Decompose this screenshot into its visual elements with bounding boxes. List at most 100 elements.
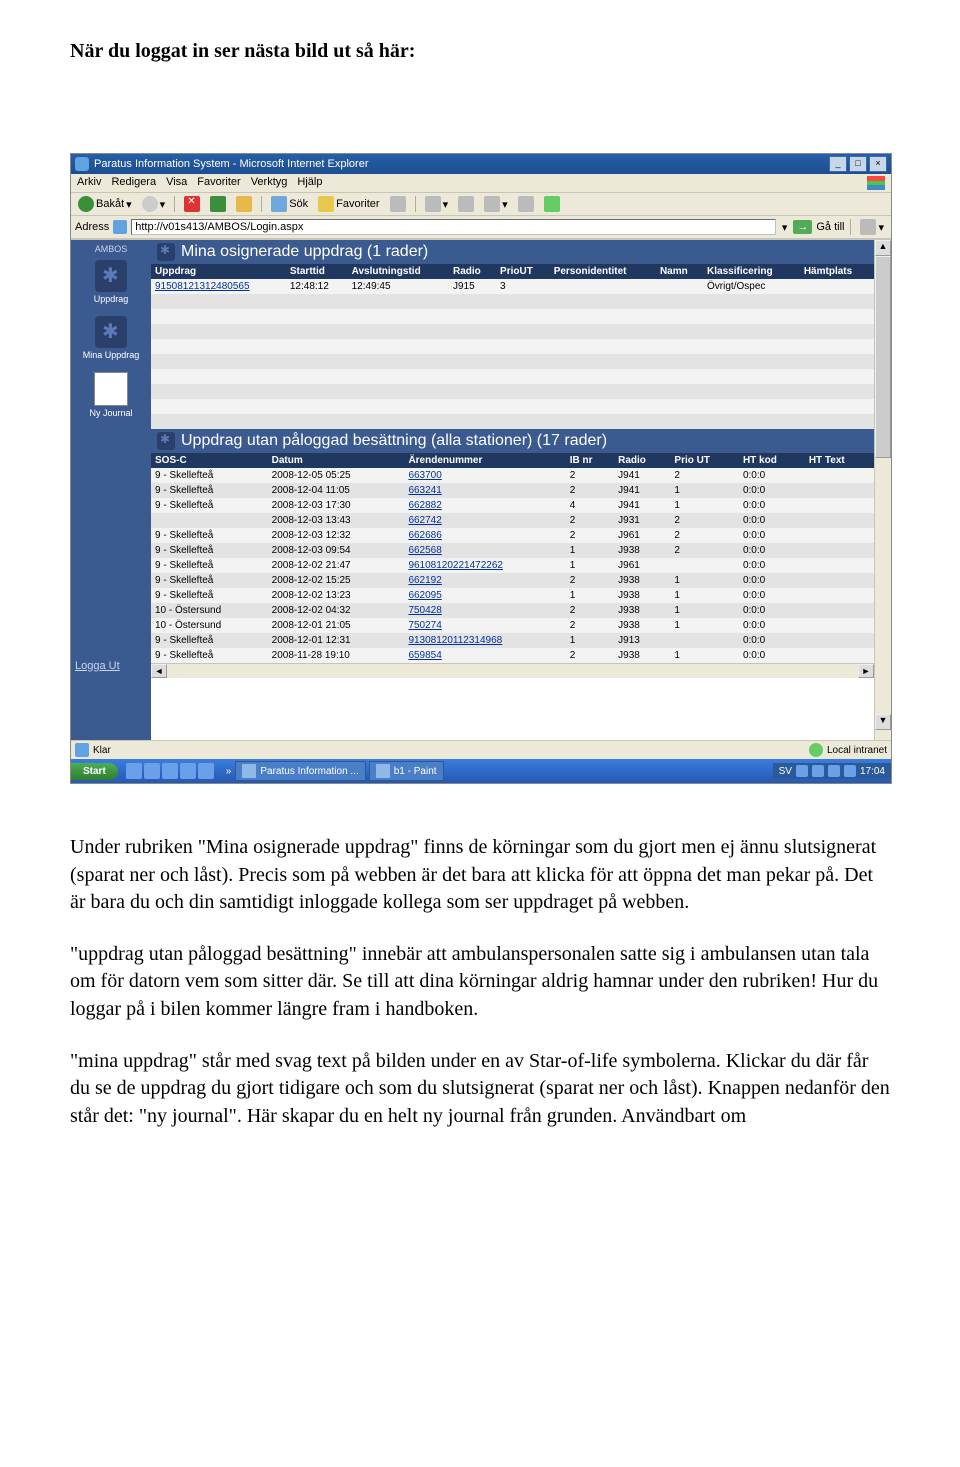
case-link[interactable]: 750274 (408, 620, 441, 631)
case-link[interactable]: 750428 (408, 605, 441, 616)
favorites-button[interactable]: Favoriter (315, 195, 382, 213)
close-button[interactable]: × (869, 156, 887, 172)
ql-icon[interactable] (198, 763, 214, 779)
menu-item[interactable]: Verktyg (251, 176, 288, 190)
table-row[interactable]: 9 - Skellefteå2008-12-03 17:306628824J94… (151, 498, 874, 513)
scroll-thumb[interactable] (875, 256, 891, 458)
maximize-button[interactable]: □ (849, 156, 867, 172)
case-link[interactable]: 663700 (408, 470, 441, 481)
table-row[interactable]: 91508121312480565 12:48:12 12:49:45 J915… (151, 279, 874, 294)
horizontal-scrollbar[interactable]: ◄ ► (151, 663, 874, 678)
taskbar-item[interactable]: b1 - Paint (369, 761, 444, 781)
table-row[interactable]: 9 - Skellefteå2008-12-02 21:479610812022… (151, 558, 874, 573)
section1-header: Mina osignerade uppdrag (1 rader) (151, 240, 874, 264)
case-link[interactable]: 91308120112314968 (408, 635, 502, 646)
case-link[interactable]: 662686 (408, 530, 441, 541)
messenger-button[interactable] (541, 195, 563, 213)
logout-link[interactable]: Logga Ut (75, 660, 147, 672)
scroll-right-icon[interactable]: ► (858, 664, 874, 678)
col-header[interactable]: SOS-C (151, 453, 268, 468)
tray-icon[interactable] (828, 765, 840, 777)
table-row[interactable]: 9 - Skellefteå2008-12-05 05:256637002J94… (151, 468, 874, 483)
menu-item[interactable]: Redigera (111, 176, 156, 190)
home-button[interactable] (233, 195, 255, 213)
table-row[interactable]: 9 - Skellefteå2008-12-01 12:319130812011… (151, 633, 874, 648)
edit-button[interactable]: ▾ (481, 195, 511, 213)
refresh-button[interactable] (207, 195, 229, 213)
print-button[interactable] (455, 195, 477, 213)
table-row[interactable]: 9 - Skellefteå2008-12-03 12:326626862J96… (151, 528, 874, 543)
tray-icon[interactable] (796, 765, 808, 777)
back-button[interactable]: Bakåt ▾ (75, 195, 135, 213)
case-link[interactable]: 659854 (408, 650, 441, 661)
col-header[interactable]: Radio (614, 453, 670, 468)
table-row[interactable]: 2008-12-03 13:436627422J93120:0:0 (151, 513, 874, 528)
vertical-scrollbar[interactable]: ▲ ▼ (874, 240, 891, 740)
scroll-left-icon[interactable]: ◄ (151, 664, 167, 678)
table-row[interactable]: 9 - Skellefteå2008-12-03 09:546625681J93… (151, 543, 874, 558)
col-header[interactable]: Ärendenummer (404, 453, 565, 468)
tray-icon[interactable] (844, 765, 856, 777)
quick-launch[interactable] (126, 763, 214, 779)
case-link[interactable]: 662742 (408, 515, 441, 526)
history-button[interactable] (387, 195, 409, 213)
go-button[interactable]: → (793, 220, 812, 234)
table-row[interactable]: 9 - Skellefteå2008-12-02 13:236620951J93… (151, 588, 874, 603)
tray-icon[interactable] (812, 765, 824, 777)
case-link[interactable]: 663241 (408, 485, 441, 496)
menu-item[interactable]: Arkiv (77, 176, 101, 190)
col-header[interactable]: Radio (449, 264, 496, 279)
address-dropdown[interactable]: ▾ (780, 221, 790, 234)
assignment-link[interactable]: 91508121312480565 (155, 281, 250, 292)
table-row[interactable]: 10 - Östersund2008-12-02 04:327504282J93… (151, 603, 874, 618)
stop-button[interactable] (181, 195, 203, 213)
col-header[interactable]: Uppdrag (151, 264, 286, 279)
system-tray[interactable]: SV 17:04 (773, 763, 891, 779)
col-header[interactable]: Personidentitet (550, 264, 656, 279)
case-link[interactable]: 96108120221472262 (408, 560, 503, 571)
start-button[interactable]: Start (71, 763, 118, 780)
cell (805, 648, 874, 663)
table-row[interactable]: 9 - Skellefteå2008-11-28 19:106598542J93… (151, 648, 874, 663)
sidebar-item-ny-journal[interactable]: Ny Journal (71, 366, 151, 424)
sidebar-item-uppdrag[interactable]: Uppdrag (71, 254, 151, 310)
search-button[interactable]: Sök (268, 195, 311, 213)
col-header[interactable]: Datum (268, 453, 405, 468)
ql-icon[interactable] (144, 763, 160, 779)
table-row[interactable]: 9 - Skellefteå2008-12-02 15:256621922J93… (151, 573, 874, 588)
ql-icon[interactable] (126, 763, 142, 779)
case-link[interactable]: 662568 (408, 545, 441, 556)
window-buttons[interactable]: _ □ × (829, 156, 887, 172)
col-header[interactable]: Klassificering (703, 264, 800, 279)
col-header[interactable]: Prio UT (670, 453, 739, 468)
case-link[interactable]: 662192 (408, 575, 441, 586)
col-header[interactable]: IB nr (566, 453, 614, 468)
col-header[interactable]: HT Text (805, 453, 874, 468)
scroll-up-icon[interactable]: ▲ (875, 240, 891, 256)
menu-item[interactable]: Favoriter (197, 176, 240, 190)
address-input[interactable]: http://v01s413/AMBOS/Login.aspx (131, 219, 776, 235)
col-header[interactable]: Avslutningstid (348, 264, 449, 279)
table-row[interactable]: 9 - Skellefteå2008-12-04 11:056632412J94… (151, 483, 874, 498)
col-header[interactable]: Namn (656, 264, 703, 279)
taskbar-item[interactable]: Paratus Information ... (235, 761, 365, 781)
ql-icon[interactable] (162, 763, 178, 779)
col-header[interactable]: PrioUT (496, 264, 550, 279)
ql-icon[interactable] (180, 763, 196, 779)
minimize-button[interactable]: _ (829, 156, 847, 172)
discuss-button[interactable] (515, 195, 537, 213)
table-row[interactable]: 10 - Östersund2008-12-01 21:057502742J93… (151, 618, 874, 633)
col-header[interactable]: Hämtplats (800, 264, 874, 279)
sidebar-item-mina-uppdrag[interactable]: Mina Uppdrag (71, 310, 151, 366)
col-header[interactable]: Starttid (286, 264, 348, 279)
case-link[interactable]: 662095 (408, 590, 441, 601)
scroll-down-icon[interactable]: ▼ (875, 714, 891, 730)
forward-button[interactable]: ▾ (139, 195, 169, 213)
col-header[interactable]: HT kod (739, 453, 805, 468)
links-button[interactable]: ▾ (857, 218, 887, 236)
lang-indicator[interactable]: SV (779, 766, 792, 777)
menu-item[interactable]: Visa (166, 176, 187, 190)
mail-button[interactable]: ▾ (422, 195, 452, 213)
case-link[interactable]: 662882 (408, 500, 441, 511)
menu-item[interactable]: Hjälp (297, 176, 322, 190)
